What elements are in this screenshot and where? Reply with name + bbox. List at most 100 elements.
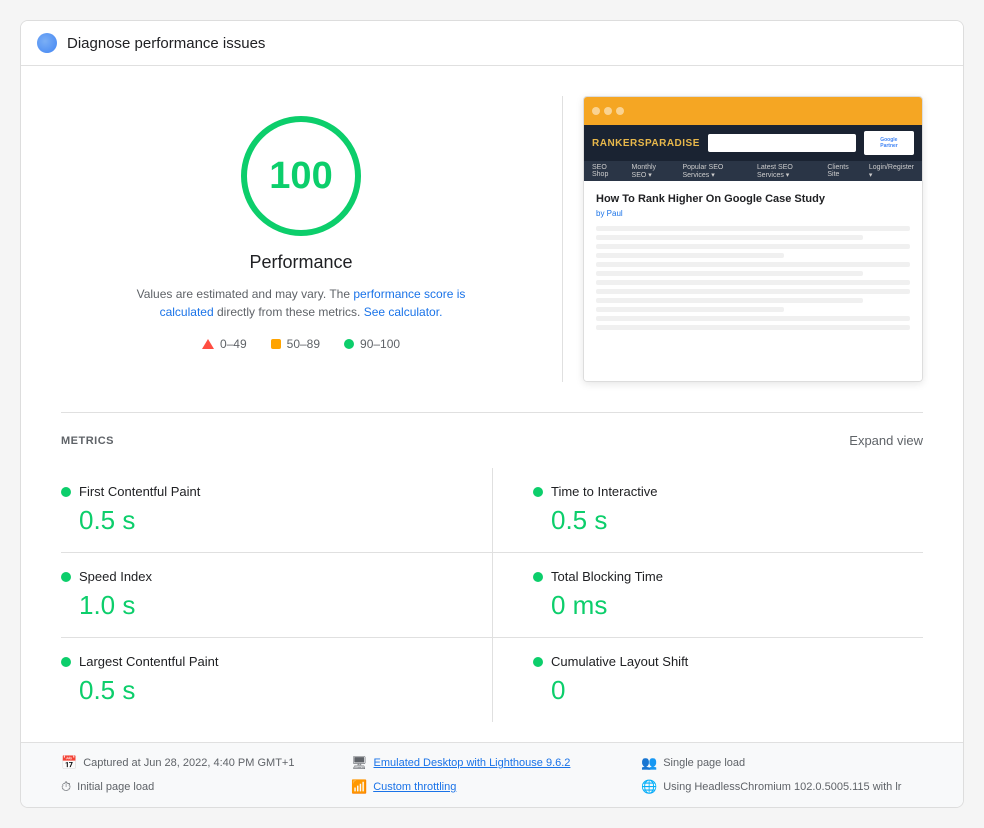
- orange-icon: [271, 339, 281, 349]
- legend-item-green: 90–100: [344, 337, 400, 351]
- score-label: Performance: [249, 252, 352, 273]
- metrics-title: METRICS: [61, 435, 114, 447]
- legend-item-red: 0–49: [202, 337, 247, 351]
- browser-header: [584, 97, 922, 125]
- header: Diagnose performance issues: [21, 21, 963, 66]
- chromium-text: Using HeadlessChromium 102.0.5005.115 wi…: [663, 781, 901, 793]
- article-line-6: [596, 271, 863, 276]
- nav-search-bar: [708, 134, 856, 152]
- metric-dot-fcp: [61, 487, 71, 497]
- article-line-11: [596, 316, 910, 321]
- partner-badge: GooglePartner: [864, 131, 914, 155]
- article-line-2: [596, 235, 863, 240]
- article-line-5: [596, 262, 910, 267]
- expand-view-button[interactable]: Expand view: [849, 433, 923, 448]
- article-line-12: [596, 325, 910, 330]
- orange-range: 50–89: [287, 337, 320, 351]
- browser-menu: SEO Shop Monthly SEO ▾ Popular SEO Servi…: [584, 161, 922, 181]
- metric-value-lcp: 0.5 s: [61, 675, 472, 706]
- score-circle: 100: [241, 116, 361, 236]
- metric-name-cls: Cumulative Layout Shift: [551, 654, 688, 669]
- description-middle: directly from these metrics.: [217, 305, 364, 319]
- footer-bar: 📅 Captured at Jun 28, 2022, 4:40 PM GMT+…: [21, 742, 963, 807]
- vertical-divider: [562, 96, 563, 382]
- green-icon: [344, 339, 354, 349]
- metric-header-si: Speed Index: [61, 569, 472, 584]
- score-description: Values are estimated and may vary. The p…: [121, 285, 481, 321]
- metric-name-tbt: Total Blocking Time: [551, 569, 663, 584]
- initial-text: Initial page load: [77, 781, 154, 793]
- score-value: 100: [269, 155, 332, 198]
- users-icon: 👥: [641, 755, 657, 771]
- browser-dot-1: [592, 107, 600, 115]
- menu-item-1: SEO Shop: [592, 164, 620, 178]
- article-line-10: [596, 307, 784, 312]
- throttling-link[interactable]: Custom throttling: [373, 781, 456, 793]
- lighthouse-link[interactable]: Emulated Desktop with Lighthouse 9.6.2: [374, 757, 571, 769]
- legend-item-orange: 50–89: [271, 337, 320, 351]
- metric-dot-cls: [533, 657, 543, 667]
- metric-value-cls: 0: [533, 675, 903, 706]
- metric-value-tbt: 0 ms: [533, 590, 903, 621]
- browser-nav: RANKERSPARADISE GooglePartner: [584, 125, 922, 161]
- article-line-9: [596, 298, 863, 303]
- metric-header-tbt: Total Blocking Time: [533, 569, 903, 584]
- metric-item-tti: Time to Interactive 0.5 s: [492, 468, 923, 553]
- browser-dot-3: [616, 107, 624, 115]
- menu-item-2: Monthly SEO ▾: [632, 164, 671, 179]
- screenshot-content: How To Rank Higher On Google Case Study …: [584, 181, 922, 381]
- footer-throttling: 📶 Custom throttling: [351, 779, 633, 795]
- top-section: 100 Performance Values are estimated and…: [61, 96, 923, 382]
- page-load-text: Single page load: [663, 757, 745, 769]
- metric-name-tti: Time to Interactive: [551, 484, 657, 499]
- metric-value-fcp: 0.5 s: [61, 505, 472, 536]
- score-section: 100 Performance Values are estimated and…: [61, 96, 541, 351]
- menu-item-5: Clients Site: [827, 164, 857, 178]
- metric-dot-lcp: [61, 657, 71, 667]
- screenshot-browser: RANKERSPARADISE GooglePartner SEO Shop M…: [583, 96, 923, 382]
- captured-text: Captured at Jun 28, 2022, 4:40 PM GMT+1: [83, 757, 294, 769]
- metric-header-lcp: Largest Contentful Paint: [61, 654, 472, 669]
- calendar-icon: 📅: [61, 755, 77, 771]
- header-title: Diagnose performance issues: [67, 35, 265, 52]
- article-author: by Paul: [596, 209, 910, 218]
- calculator-link[interactable]: See calculator.: [364, 305, 443, 319]
- metric-header-tti: Time to Interactive: [533, 484, 903, 499]
- metric-header-cls: Cumulative Layout Shift: [533, 654, 903, 669]
- article-line-1: [596, 226, 910, 231]
- globe-icon: 🌐: [641, 779, 657, 795]
- metric-dot-si: [61, 572, 71, 582]
- menu-item-3: Popular SEO Services ▾: [682, 164, 745, 179]
- article-line-7: [596, 280, 910, 285]
- metric-dot-tti: [533, 487, 543, 497]
- browser-dot-2: [604, 107, 612, 115]
- footer-initial: ⏱ Initial page load: [61, 779, 343, 795]
- screenshot-section: RANKERSPARADISE GooglePartner SEO Shop M…: [583, 96, 923, 382]
- metric-value-tti: 0.5 s: [533, 505, 903, 536]
- timer-icon: ⏱: [61, 779, 71, 795]
- wifi-icon: 📶: [351, 779, 367, 795]
- metric-dot-tbt: [533, 572, 543, 582]
- metric-item-si: Speed Index 1.0 s: [61, 553, 492, 638]
- red-range: 0–49: [220, 337, 247, 351]
- metric-item-tbt: Total Blocking Time 0 ms: [492, 553, 923, 638]
- metrics-header: METRICS Expand view: [61, 433, 923, 448]
- app-icon: [37, 33, 57, 53]
- menu-item-4: Latest SEO Services ▾: [757, 164, 815, 179]
- content-area: 100 Performance Values are estimated and…: [21, 66, 963, 742]
- article-line-3: [596, 244, 910, 249]
- footer-emulated: 🖥 Emulated Desktop with Lighthouse 9.6.2: [351, 755, 633, 771]
- metrics-grid: First Contentful Paint 0.5 s Time to Int…: [61, 468, 923, 722]
- green-range: 90–100: [360, 337, 400, 351]
- metrics-section: METRICS Expand view First Contentful Pai…: [61, 412, 923, 742]
- metric-name-lcp: Largest Contentful Paint: [79, 654, 218, 669]
- metric-item-lcp: Largest Contentful Paint 0.5 s: [61, 638, 492, 722]
- description-prefix: Values are estimated and may vary. The: [137, 287, 354, 301]
- footer-captured: 📅 Captured at Jun 28, 2022, 4:40 PM GMT+…: [61, 755, 343, 771]
- article-line-4: [596, 253, 784, 258]
- metric-value-si: 1.0 s: [61, 590, 472, 621]
- footer-chromium: 🌐 Using HeadlessChromium 102.0.5005.115 …: [641, 779, 923, 795]
- metric-item-fcp: First Contentful Paint 0.5 s: [61, 468, 492, 553]
- red-icon: [202, 339, 214, 349]
- metric-name-si: Speed Index: [79, 569, 152, 584]
